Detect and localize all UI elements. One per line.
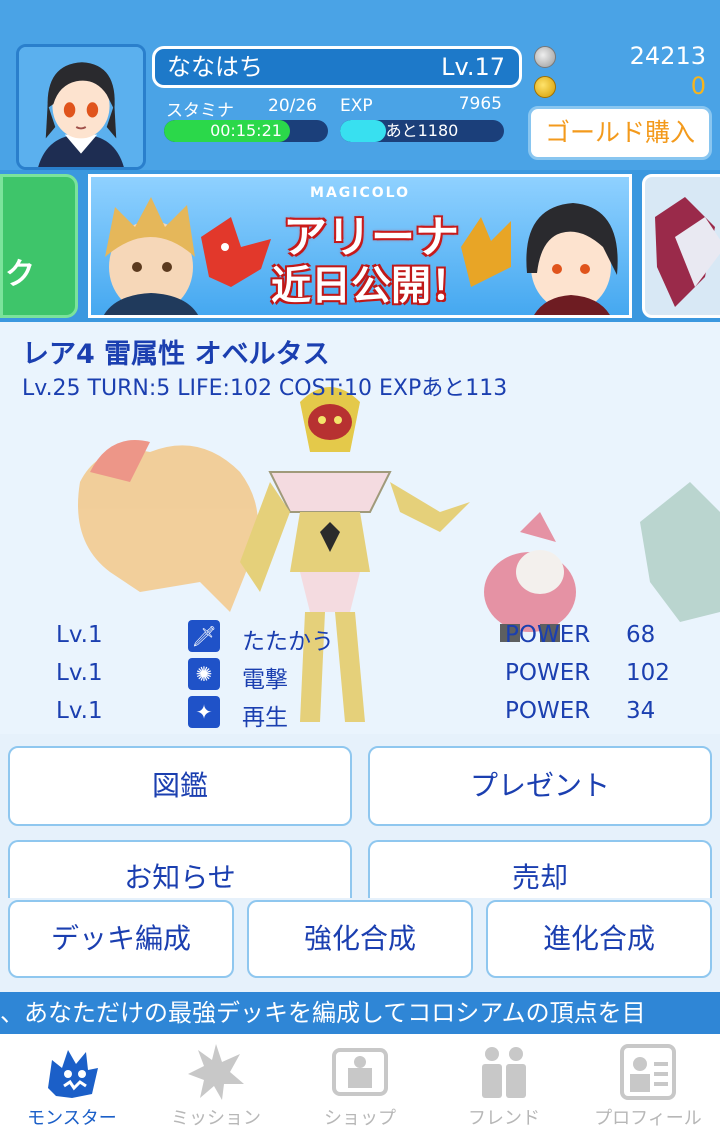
monster-detail-panel[interactable]: レア4 雷属性 オベルタス Lv.25 TURN:5 LIFE:102 COST…: [0, 322, 720, 734]
news-button[interactable]: お知らせ: [8, 840, 352, 898]
exp-bar: あと1180: [340, 120, 504, 142]
evolve-button[interactable]: 進化合成: [486, 900, 712, 978]
status-bars: スタミナ 20/26 EXP 7965 00:15:21 あと1180: [152, 90, 524, 170]
present-button[interactable]: プレゼント: [368, 746, 712, 826]
skill-power-label: POWER: [505, 698, 591, 724]
zukan-button[interactable]: 図鑑: [8, 746, 352, 826]
player-avatar[interactable]: [16, 44, 146, 170]
banner-brand: MAGICOLO: [310, 185, 410, 201]
tab-friend[interactable]: フレンド: [432, 1034, 576, 1130]
tab-shop[interactable]: ショップ: [288, 1034, 432, 1130]
skill-power-label: POWER: [505, 622, 591, 648]
banner-prev-glyph: ク: [5, 257, 35, 292]
skill-level: Lv.1: [56, 660, 103, 686]
avatar-portrait-icon: [19, 47, 143, 167]
skill-name: たたかう: [242, 629, 334, 655]
skill-power-value: 68: [626, 622, 656, 648]
news-ticker: 、あなただけの最強デッキを編成してコロシアムの頂点を目: [0, 992, 720, 1034]
banner-next[interactable]: [642, 174, 720, 318]
banner-carousel[interactable]: ク MAGICOLO アリーナ 近日公開！: [0, 170, 720, 322]
skill-row: Lv.1 🗡 たたかう POWER 68: [0, 618, 720, 656]
exp-remaining: あと1180: [385, 121, 459, 140]
monster-icon: [48, 1050, 98, 1098]
buy-gold-button[interactable]: ゴールド購入: [528, 106, 712, 160]
gold-coin-icon: [534, 76, 556, 98]
monster-stats: Lv.25 TURN:5 LIFE:102 COST:10 EXPあと113: [22, 376, 508, 401]
banner-title-coming-soon: 近日公開！: [271, 263, 471, 309]
stamina-timer: 00:15:21: [210, 121, 282, 140]
silver-coin-icon: [534, 46, 556, 68]
stamina-label: スタミナ: [166, 101, 234, 121]
friends-icon: [482, 1047, 526, 1098]
tab-mission[interactable]: ミッション: [144, 1034, 288, 1130]
exp-value: 7965: [458, 94, 502, 114]
monster-title: レア4 雷属性 オベルタス: [22, 339, 330, 370]
player-name: ななはち: [167, 53, 263, 81]
tab-monster[interactable]: モンスター: [0, 1034, 144, 1130]
stamina-bar: 00:15:21: [164, 120, 328, 142]
skill-row: Lv.1 ✺ 電撃 POWER 102: [0, 656, 720, 694]
tab-profile-label: プロフィール: [594, 1108, 702, 1129]
skill-name: 電撃: [242, 667, 288, 693]
lightning-gear-icon: ✺: [188, 658, 220, 690]
sparkle-icon: ✦: [188, 696, 220, 728]
enhance-button[interactable]: 強化合成: [247, 900, 473, 978]
tab-profile[interactable]: プロフィール: [576, 1034, 720, 1130]
skill-power-value: 102: [626, 660, 670, 686]
tab-monster-label: モンスター: [27, 1108, 117, 1129]
shop-icon: [332, 1048, 388, 1096]
skill-power-value: 34: [626, 698, 656, 724]
stamina-value: 20/26: [268, 96, 317, 116]
profile-card-icon: [620, 1044, 676, 1100]
banner-arena[interactable]: MAGICOLO アリーナ 近日公開！: [88, 174, 632, 318]
bottom-navbar: モンスター ミッション ショップ フレンド プロフィール: [0, 1034, 720, 1130]
gold-count: 0: [690, 72, 706, 100]
exp-label: EXP: [340, 96, 373, 116]
skill-name: 再生: [242, 705, 288, 731]
player-name-box: ななはち Lv.17: [152, 46, 522, 88]
main-menu: 図鑑 プレゼント お知らせ 売却 デッキ編成 強化合成 進化合成: [0, 734, 720, 992]
tab-friend-label: フレンド: [468, 1108, 540, 1129]
status-header: ななはち Lv.17 スタミナ 20/26 EXP 7965 00:15:21 …: [0, 0, 720, 170]
skill-row: Lv.1 ✦ 再生 POWER 34: [0, 694, 720, 732]
sword-icon: 🗡: [188, 620, 220, 652]
banner-next-art-icon: [655, 197, 720, 307]
silver-count: 24213: [629, 42, 706, 70]
tab-shop-label: ショップ: [324, 1108, 396, 1129]
star-burst-icon: [188, 1044, 244, 1100]
skill-level: Lv.1: [56, 698, 103, 724]
tab-mission-label: ミッション: [171, 1108, 261, 1129]
deck-button[interactable]: デッキ編成: [8, 900, 234, 978]
banner-prev[interactable]: ク: [0, 174, 78, 318]
skill-level: Lv.1: [56, 622, 103, 648]
sell-button[interactable]: 売却: [368, 840, 712, 898]
player-level: Lv.17: [441, 53, 505, 81]
skill-power-label: POWER: [505, 660, 591, 686]
